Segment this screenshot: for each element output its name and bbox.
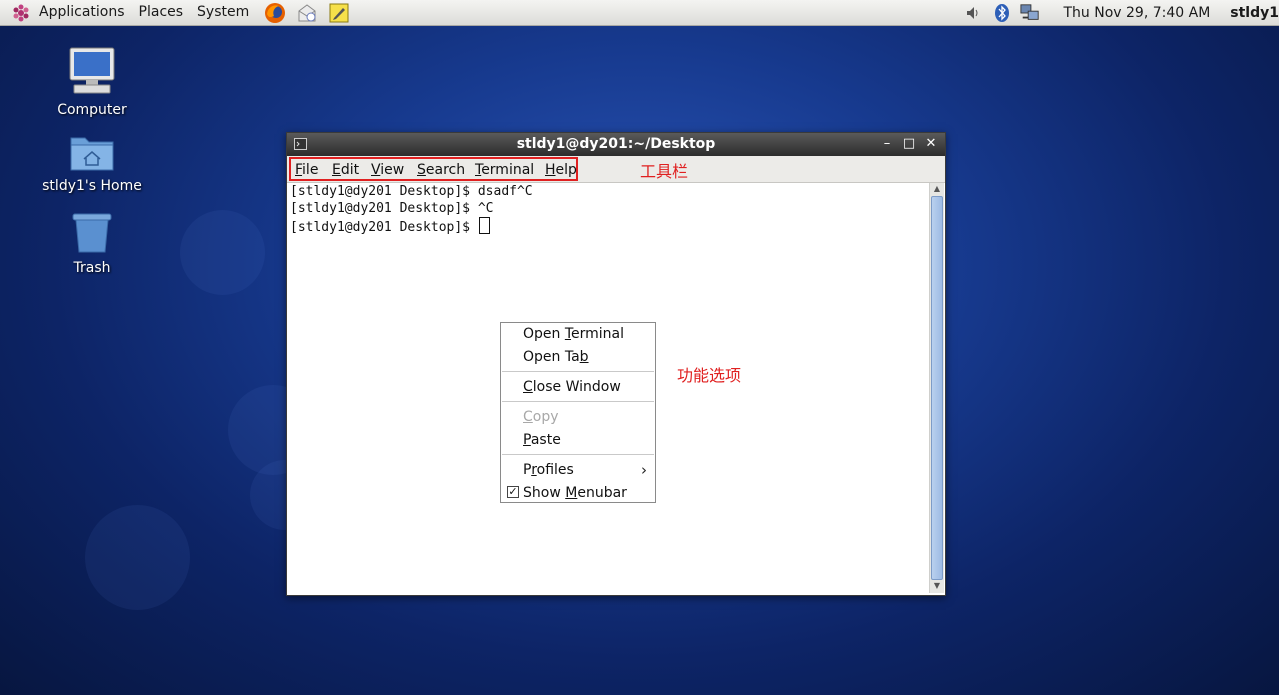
places-menu[interactable]: Places xyxy=(132,0,191,25)
terminal-line: [stldy1@dy201 Desktop]$ ^C xyxy=(290,201,494,216)
menu-item-close-window[interactable]: Close Window xyxy=(523,379,621,395)
gnome-foot-icon xyxy=(10,2,32,24)
firefox-icon[interactable] xyxy=(264,2,286,24)
icon-label: Trash xyxy=(73,260,111,276)
checkbox-checked-icon[interactable]: ✓ xyxy=(507,486,519,498)
features-annotation: 功能选项 xyxy=(677,366,742,385)
terminal-line: [stldy1@dy201 Desktop]$ dsadf^C xyxy=(290,184,533,199)
scroll-thumb[interactable] xyxy=(931,196,943,580)
chevron-right-icon: › xyxy=(641,461,647,479)
background-decoration xyxy=(85,505,190,610)
menu-item-show-menubar[interactable]: Show Menubar xyxy=(523,485,627,501)
menu-view[interactable]: View xyxy=(371,162,404,178)
clock[interactable]: Thu Nov 29, 7:40 AM xyxy=(1064,5,1211,21)
computer-icon xyxy=(66,46,118,100)
user-menu[interactable]: stldy1 xyxy=(1230,5,1279,21)
icon-label: Computer xyxy=(57,102,127,118)
maximize-button[interactable]: □ xyxy=(900,135,918,153)
scroll-down-icon[interactable]: ▼ xyxy=(931,580,943,592)
terminal-prompt-line: [stldy1@dy201 Desktop]$ xyxy=(290,217,490,235)
menu-help[interactable]: Help xyxy=(545,162,577,178)
menubar: File Edit View Search Terminal Help 工具栏 xyxy=(287,156,945,183)
title-bar[interactable]: stldy1@dy201:~/Desktop – □ ✕ xyxy=(287,133,945,156)
menu-item-copy: Copy xyxy=(523,409,559,425)
minimize-button[interactable]: – xyxy=(878,135,896,153)
mail-icon[interactable] xyxy=(296,2,318,24)
menu-item-profiles[interactable]: Profiles xyxy=(523,462,574,478)
system-menu[interactable]: System xyxy=(190,0,256,25)
window-title: stldy1@dy201:~/Desktop xyxy=(516,136,716,152)
menu-edit[interactable]: Edit xyxy=(332,162,359,178)
icon-label: stldy1's Home xyxy=(42,178,142,194)
background-decoration xyxy=(180,210,265,295)
vertical-scrollbar[interactable]: ▲ ▼ xyxy=(929,183,944,593)
top-panel: Applications Places System Thu Nov 29, 7… xyxy=(0,0,1279,26)
notes-icon[interactable] xyxy=(328,2,350,24)
close-button[interactable]: ✕ xyxy=(922,135,940,153)
home-folder-icon xyxy=(69,132,115,176)
volume-icon[interactable] xyxy=(964,3,984,23)
menu-item-paste[interactable]: Paste xyxy=(523,432,561,448)
text-cursor xyxy=(478,217,490,234)
menu-file[interactable]: File xyxy=(295,162,318,178)
trash-icon xyxy=(70,212,114,258)
desktop-trash[interactable]: Trash xyxy=(37,212,147,276)
toolbar-annotation: 工具栏 xyxy=(640,162,689,181)
network-icon[interactable] xyxy=(1019,3,1040,23)
bluetooth-icon[interactable] xyxy=(992,3,1012,23)
context-menu: Open Terminal Open Tab Close Window Copy… xyxy=(500,322,656,503)
menu-item-open-terminal[interactable]: Open Terminal xyxy=(523,326,624,342)
menu-terminal[interactable]: Terminal xyxy=(475,162,534,178)
menu-item-open-tab[interactable]: Open Tab xyxy=(523,349,589,365)
applications-menu[interactable]: Applications xyxy=(32,0,132,25)
scroll-up-icon[interactable]: ▲ xyxy=(931,183,943,195)
menu-separator xyxy=(502,371,654,372)
menu-separator xyxy=(502,401,654,402)
menu-separator xyxy=(502,454,654,455)
menu-search[interactable]: Search xyxy=(417,162,465,178)
desktop-home-folder[interactable]: stldy1's Home xyxy=(37,132,147,194)
desktop-computer[interactable]: Computer xyxy=(37,46,147,118)
